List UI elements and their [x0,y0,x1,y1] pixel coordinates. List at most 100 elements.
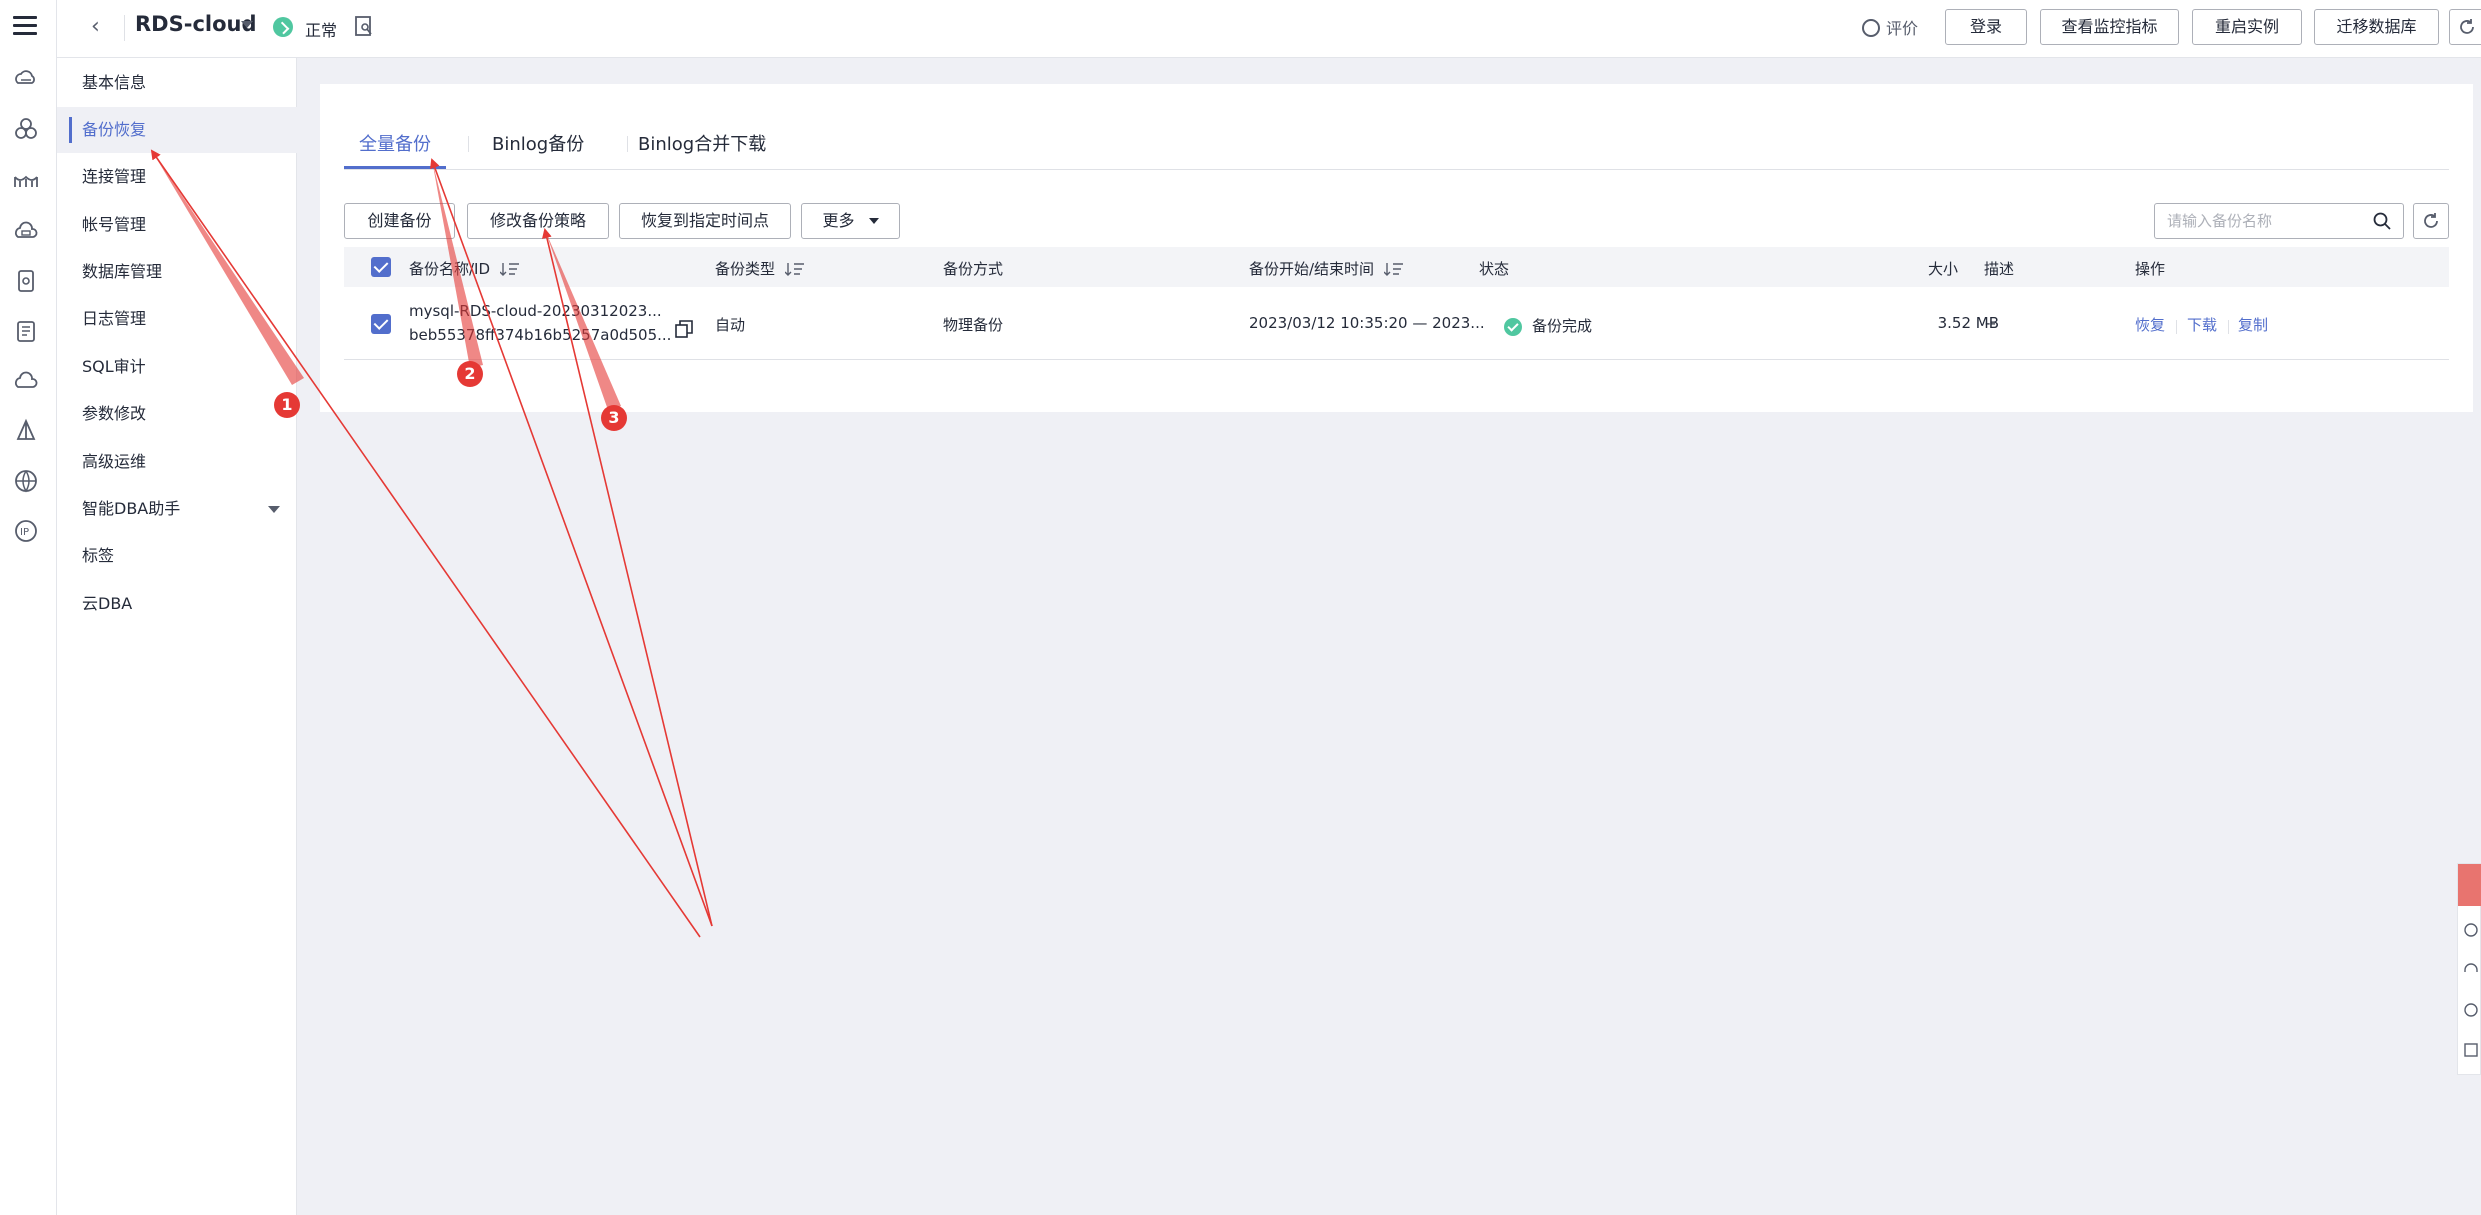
sort-icon[interactable] [785,262,805,276]
backup-card: 全量备份 Binlog备份 Binlog合并下载 创建备份 修改备份策略 恢复到… [320,84,2473,412]
table-refresh-button[interactable] [2413,203,2449,239]
restart-instance-button[interactable]: 重启实例 [2192,9,2302,45]
column-header-description: 描述 [1984,260,2015,278]
sidebar-item-dba-assistant[interactable]: 智能DBA助手 [57,486,297,532]
backup-id: beb55378ff374b16b5257a0d505... [409,326,672,344]
notes-icon[interactable] [2463,1042,2479,1058]
copy-link[interactable]: 复制 [2238,314,2268,335]
sidebar-item-accounts[interactable]: 帐号管理 [57,202,297,248]
active-tab-underline [344,166,446,169]
instance-detail-icon[interactable] [354,15,374,37]
sidebar-item-tags[interactable]: 标签 [57,533,297,579]
chevron-down-icon[interactable] [241,21,253,28]
rate-label: 评价 [1886,19,1919,38]
column-header-type[interactable]: 备份类型 [715,258,805,279]
tab-full-backup[interactable]: 全量备份 [359,130,431,156]
cluster-icon[interactable] [13,116,39,142]
tab-binlog-merge-download[interactable]: Binlog合并下载 [638,130,766,156]
table-header: 备份名称/ID 备份类型 备份方式 备份开始/结束时间 状态 大小 描述 操作 [344,247,2449,287]
smile-icon [1862,19,1880,37]
download-link[interactable]: 下载 [2187,314,2217,335]
refresh-icon [2424,213,2438,228]
backup-type: 自动 [715,316,746,334]
backup-time: 2023/03/12 10:35:20 — 2023... [1249,314,1485,332]
create-backup-button[interactable]: 创建备份 [344,203,455,239]
sort-icon[interactable] [500,262,520,276]
backup-description: -- [1985,314,1996,332]
view-metrics-button[interactable]: 查看监控指标 [2040,9,2179,45]
column-header-operations: 操作 [2135,260,2166,278]
menu-icon[interactable] [13,16,37,36]
annotation-badge-1: 1 [274,392,300,418]
row-checkbox[interactable] [371,314,391,334]
sidebar-item-cloud-dba[interactable]: 云DBA [57,581,297,627]
modify-backup-policy-button[interactable]: 修改备份策略 [467,203,609,239]
instance-status: 正常 [305,21,338,40]
op-separator [2176,320,2177,334]
feedback-button[interactable] [2458,864,2481,906]
cloud-icon[interactable] [13,368,39,394]
sidebar-item-backup-restore[interactable]: 备份恢复 [57,107,297,153]
refresh-icon [2460,19,2474,34]
svg-text:IP: IP [20,527,29,538]
sidebar-item-databases[interactable]: 数据库管理 [57,249,297,295]
select-all-checkbox[interactable] [371,257,391,277]
tab-separator [468,136,469,152]
backup-tabs: 全量备份 Binlog备份 Binlog合并下载 [344,130,2449,170]
login-button[interactable]: 登录 [1945,9,2027,45]
sidebar-item-sql-audit[interactable]: SQL审计 [57,344,297,390]
backup-search [2154,203,2404,239]
backup-size: 3.52 MB [1937,314,1999,332]
tab-separator [627,136,628,152]
help-icon[interactable] [2463,1002,2479,1018]
top-bar: ‹ RDS-cloud 正常 评价 登录 查看监控指标 重启实例 迁移数据库 [57,0,2481,58]
tab-binlog-backup[interactable]: Binlog备份 [492,130,584,156]
sail-icon[interactable] [13,418,39,444]
op-separator [2228,320,2229,334]
refresh-button[interactable] [2449,9,2481,45]
column-header-name[interactable]: 备份名称/ID [409,258,520,279]
bridge-icon[interactable] [13,167,39,193]
chevron-down-icon [268,506,280,513]
ip-icon[interactable]: IP [13,518,39,544]
search-icon[interactable] [2373,212,2391,230]
floating-toolbar [2457,863,2481,1075]
sidebar-item-logs[interactable]: 日志管理 [57,296,297,342]
cloud-server-icon[interactable] [13,66,39,92]
sort-icon[interactable] [1384,262,1404,276]
sidebar-item-parameters[interactable]: 参数修改 [57,391,297,437]
backup-method: 物理备份 [943,316,1004,334]
restore-to-point-in-time-button[interactable]: 恢复到指定时间点 [619,203,791,239]
sidebar-item-basic-info[interactable]: 基本信息 [57,60,297,106]
sidebar-item-advanced-ops[interactable]: 高级运维 [57,439,297,485]
smile-icon[interactable] [2463,922,2479,938]
column-label: 备份类型 [715,260,776,278]
sidebar-item-label: 智能DBA助手 [82,499,181,518]
migrate-database-button[interactable]: 迁移数据库 [2314,9,2439,45]
search-input[interactable] [2167,205,2367,237]
instance-name[interactable]: RDS-cloud [135,12,257,36]
running-status-icon [273,17,293,37]
storage-icon[interactable] [13,268,39,294]
column-header-status: 状态 [1479,260,1510,278]
column-label: 备份开始/结束时间 [1249,260,1375,278]
restore-link[interactable]: 恢复 [2135,314,2165,335]
copy-icon[interactable] [675,320,693,338]
icon-rail: IP [0,0,57,1215]
column-header-time[interactable]: 备份开始/结束时间 [1249,258,1404,279]
backup-name: mysql-RDS-cloud-20230312023... [409,302,662,320]
column-label: 备份名称/ID [409,260,491,278]
chevron-down-icon [868,218,879,224]
document-db-icon[interactable] [13,318,39,344]
divider [124,15,125,41]
annotation-badge-2: 2 [457,361,483,387]
headset-icon[interactable] [2463,962,2479,978]
rate-button[interactable]: 评价 [1862,15,1918,39]
more-button[interactable]: 更多 [801,203,900,239]
globe-icon[interactable] [13,468,39,494]
cloud-database-icon[interactable] [13,218,39,244]
back-icon[interactable]: ‹ [91,14,100,39]
sidebar-item-connection[interactable]: 连接管理 [57,154,297,200]
backup-status: 备份完成 [1532,317,1593,335]
more-label: 更多 [822,211,855,230]
